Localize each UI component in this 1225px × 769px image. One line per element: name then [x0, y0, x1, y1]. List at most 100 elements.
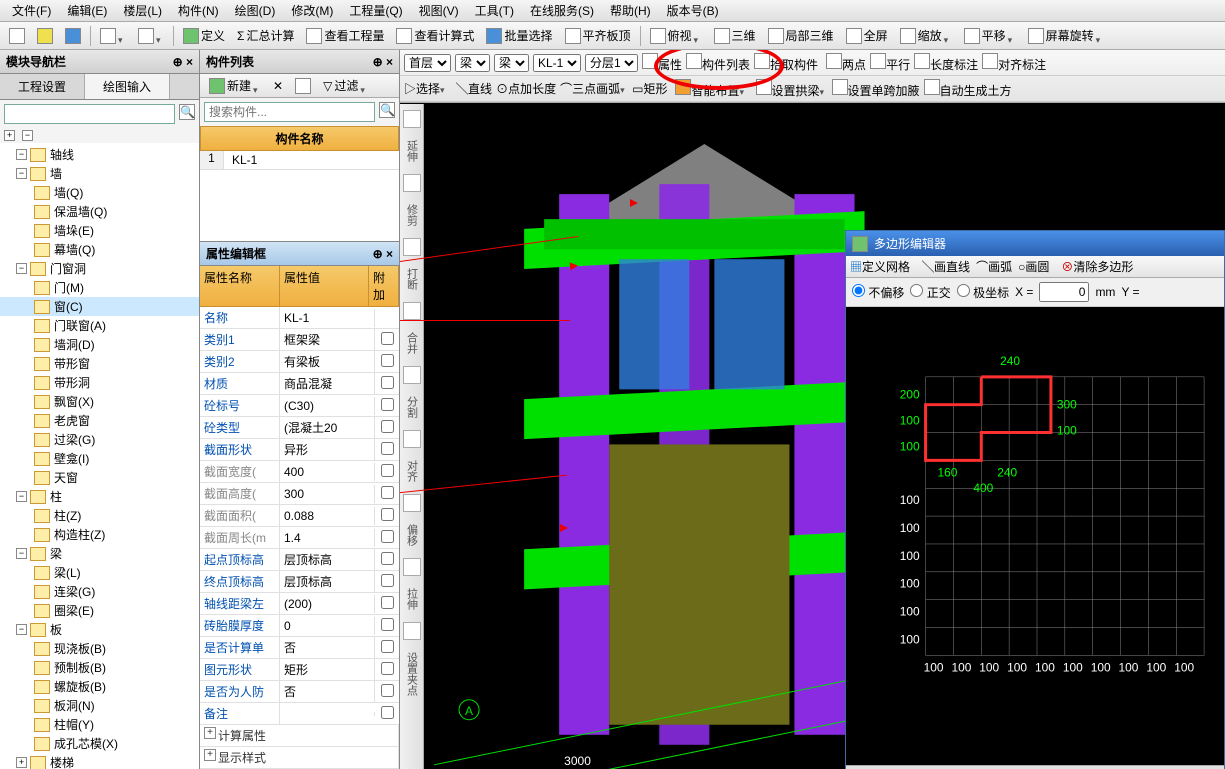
- pin-icon[interactable]: ⊕ ×: [373, 55, 393, 69]
- polygon-editor-window[interactable]: 多边形编辑器 ▦定义网格 ╲画直线 ⌒画弧 ○画圆 ⊗清除多边形 不偏移 正交 …: [845, 230, 1225, 769]
- draw-circle-button[interactable]: ○画圆: [1018, 258, 1049, 275]
- set-arch-button[interactable]: 设置拱梁: [756, 79, 828, 99]
- tree-item[interactable]: 成孔芯模(X): [0, 734, 199, 753]
- tree-item[interactable]: 连梁(G): [0, 582, 199, 601]
- tree-item[interactable]: 预制板(B): [0, 658, 199, 677]
- tree-item[interactable]: 墙垛(E): [0, 221, 199, 240]
- tree-item[interactable]: 带形窗: [0, 354, 199, 373]
- parallel-button[interactable]: 平行: [870, 53, 910, 73]
- expand-all-icon[interactable]: +: [4, 130, 15, 141]
- tree-item[interactable]: 飘窗(X): [0, 392, 199, 411]
- tree-item[interactable]: −轴线: [0, 145, 199, 164]
- tree-item[interactable]: 幕墙(Q): [0, 240, 199, 259]
- no-offset-radio[interactable]: 不偏移: [852, 284, 904, 301]
- polygon-canvas[interactable]: 240 200 100 100 300 100 160 240 400 100 …: [846, 307, 1224, 765]
- tree-item[interactable]: 板洞(N): [0, 696, 199, 715]
- pin-icon[interactable]: ⊕ ×: [173, 55, 193, 69]
- tree-item[interactable]: 天窗: [0, 468, 199, 487]
- side-tool-icon[interactable]: [403, 302, 421, 320]
- tree-item[interactable]: −门窗洞: [0, 259, 199, 278]
- tree-item[interactable]: 带形洞: [0, 373, 199, 392]
- component-search-input[interactable]: [204, 102, 375, 122]
- delete-icon[interactable]: ✕: [268, 76, 288, 96]
- attr-button[interactable]: 属性: [642, 53, 682, 73]
- smart-layout-button[interactable]: 智能布置: [675, 79, 747, 99]
- define-button[interactable]: 定义: [178, 24, 230, 47]
- define-grid-button[interactable]: ▦定义网格: [850, 258, 910, 275]
- view-qty-button[interactable]: 查看工程量: [301, 24, 389, 47]
- tree-item[interactable]: −梁: [0, 544, 199, 563]
- dim-align-button[interactable]: 对齐标注: [982, 53, 1046, 73]
- comp-list-button[interactable]: 构件列表: [686, 53, 750, 73]
- ortho-radio[interactable]: 正交: [910, 284, 950, 301]
- tree-item[interactable]: 圈梁(E): [0, 601, 199, 620]
- open-icon[interactable]: [32, 25, 58, 47]
- property-row[interactable]: 截面形状异形: [200, 439, 399, 461]
- clear-polygon-button[interactable]: ⊗清除多边形: [1061, 258, 1133, 275]
- polar-radio[interactable]: 极坐标: [957, 284, 1009, 301]
- tree-item[interactable]: 保温墙(Q): [0, 202, 199, 221]
- property-row[interactable]: 截面面积(0.088: [200, 505, 399, 527]
- side-tool-icon[interactable]: [403, 110, 421, 128]
- menu-online[interactable]: 在线服务(S): [522, 0, 602, 21]
- tree-item[interactable]: +楼梯: [0, 753, 199, 769]
- tree-item[interactable]: 门(M): [0, 278, 199, 297]
- property-row[interactable]: 截面高度(300: [200, 483, 399, 505]
- property-row[interactable]: 备注: [200, 703, 399, 725]
- tab-draw-input[interactable]: 绘图输入: [85, 74, 170, 99]
- menu-help[interactable]: 帮助(H): [602, 0, 659, 21]
- menu-view[interactable]: 视图(V): [411, 0, 467, 21]
- new-icon[interactable]: [4, 25, 30, 47]
- property-row[interactable]: 截面宽度(400: [200, 461, 399, 483]
- tab-project-settings[interactable]: 工程设置: [0, 74, 85, 99]
- search-icon[interactable]: 🔍: [179, 104, 195, 120]
- side-tool-icon[interactable]: [403, 622, 421, 640]
- side-tool-icon[interactable]: [403, 174, 421, 192]
- tree-item[interactable]: 螺旋板(B): [0, 677, 199, 696]
- select-button[interactable]: ▷选择: [404, 80, 448, 97]
- tree-item[interactable]: 柱帽(Y): [0, 715, 199, 734]
- component-row[interactable]: 1 KL-1: [200, 151, 399, 170]
- align-slab-button[interactable]: 平齐板顶: [560, 24, 636, 47]
- side-tool-icon[interactable]: [403, 430, 421, 448]
- property-row[interactable]: 是否计算单否: [200, 637, 399, 659]
- property-group[interactable]: 显示样式: [200, 747, 399, 769]
- menu-file[interactable]: 文件(F): [4, 0, 59, 21]
- type-select[interactable]: 梁: [494, 54, 529, 72]
- property-group[interactable]: 计算属性: [200, 725, 399, 747]
- polygon-editor-titlebar[interactable]: 多边形编辑器: [846, 231, 1224, 256]
- ext-len-button[interactable]: ⊙点加长度: [496, 80, 556, 97]
- tree-item[interactable]: 壁龛(I): [0, 449, 199, 468]
- tree-item[interactable]: 构造柱(Z): [0, 525, 199, 544]
- side-tool-icon[interactable]: [403, 494, 421, 512]
- tree-item[interactable]: −墙: [0, 164, 199, 183]
- side-tool-icon[interactable]: [403, 558, 421, 576]
- category-select[interactable]: 梁: [455, 54, 490, 72]
- tree-item[interactable]: −柱: [0, 487, 199, 506]
- menu-tools[interactable]: 工具(T): [467, 0, 522, 21]
- pin-icon[interactable]: ⊕ ×: [373, 247, 393, 261]
- property-row[interactable]: 类别1框架梁: [200, 329, 399, 351]
- tree-item[interactable]: 过梁(G): [0, 430, 199, 449]
- property-row[interactable]: 起点顶标高层顶标高: [200, 549, 399, 571]
- property-row[interactable]: 轴线距梁左(200): [200, 593, 399, 615]
- menu-quantity[interactable]: 工程量(Q): [341, 0, 410, 21]
- menu-version[interactable]: 版本号(B): [659, 0, 727, 21]
- tree-item[interactable]: 现浇板(B): [0, 639, 199, 658]
- floor-select[interactable]: 首层: [404, 54, 451, 72]
- property-row[interactable]: 是否为人防否: [200, 681, 399, 703]
- new-component-button[interactable]: 新建: [204, 74, 266, 97]
- 3d-button[interactable]: 三维: [709, 24, 761, 47]
- menu-component[interactable]: 构件(N): [170, 0, 227, 21]
- undo-icon[interactable]: [95, 25, 131, 47]
- copy-icon[interactable]: [290, 75, 316, 97]
- 3d-viewport[interactable]: 首层 梁 梁 KL-1 分层1 属性 构件列表 拾取构件 两点 平行 长度标注 …: [400, 50, 1225, 769]
- property-row[interactable]: 类别2有梁板: [200, 351, 399, 373]
- screen-rotate-button[interactable]: 屏幕旋转: [1023, 24, 1109, 47]
- zoom-button[interactable]: 缩放: [895, 24, 957, 47]
- arc3-button[interactable]: ⌒三点画弧: [560, 80, 628, 97]
- menu-edit[interactable]: 编辑(E): [59, 0, 115, 21]
- save-icon[interactable]: [60, 25, 86, 47]
- view-formula-button[interactable]: 查看计算式: [391, 24, 479, 47]
- draw-arc-button[interactable]: ⌒画弧: [976, 258, 1012, 275]
